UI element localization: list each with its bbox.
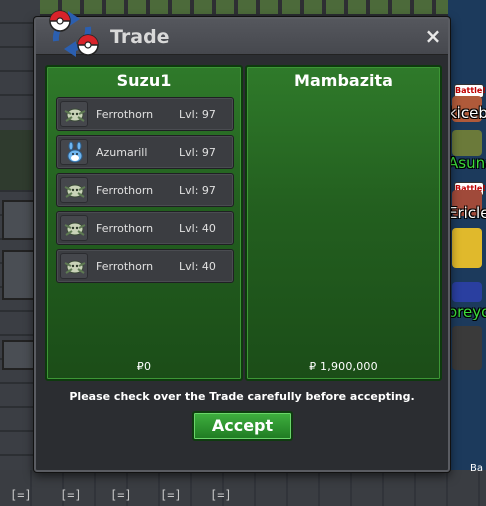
world-bottom-tiles: [=] [=] [=] [=] [=] (0, 470, 486, 506)
window-title: Trade (110, 26, 170, 48)
trade-item[interactable]: Ferrothorn Lvl: 97 (56, 97, 234, 131)
trade-window: Trade × Suzu1 Ferrothorn Lvl: 97 Azumari… (34, 10, 450, 472)
partner-offered-money: ₽ 1,900,000 (309, 360, 378, 373)
pokemon-level: Lvl: 97 (179, 108, 216, 121)
pokemon-name: Ferrothorn (96, 222, 154, 235)
building-block (2, 340, 36, 370)
tile-marker: [=] (10, 488, 32, 502)
partner-trade-panel: Mambazita ₽ 1,900,000 (245, 65, 442, 381)
pokemon-level: Lvl: 40 (179, 260, 216, 273)
trade-item[interactable]: Ferrothorn Lvl: 97 (56, 173, 234, 207)
side-player-name[interactable]: oreyo (448, 303, 486, 321)
player-avatar[interactable] (452, 282, 482, 302)
ferrothorn-icon (64, 108, 86, 122)
trade-item[interactable]: Ferrothorn Lvl: 40 (56, 249, 234, 283)
pokemon-slot (60, 253, 88, 279)
side-player-name[interactable]: Asuna (448, 154, 486, 172)
side-player-name[interactable]: Ericle (448, 204, 486, 222)
building-block (2, 200, 36, 240)
pokemon-name: Ferrothorn (96, 184, 154, 197)
accept-button[interactable]: Accept (192, 411, 293, 441)
tile-marker: [=] (160, 488, 182, 502)
pokemon-slot (60, 139, 88, 165)
building-block (2, 250, 36, 300)
player-avatar[interactable] (452, 130, 482, 156)
pokemon-slot (60, 177, 88, 203)
pokemon-level: Lvl: 97 (179, 146, 216, 159)
pokemon-name: Azumarill (96, 146, 148, 159)
trade-item[interactable]: Azumarill Lvl: 97 (56, 135, 234, 169)
pokemon-name: Ferrothorn (96, 260, 154, 273)
azumarill-icon (67, 141, 83, 163)
pokemon-slot (60, 215, 88, 241)
trade-notice: Please check over the Trade carefully be… (69, 390, 415, 403)
ferrothorn-icon (64, 260, 86, 274)
ferrothorn-icon (64, 222, 86, 236)
tile-marker: [=] (60, 488, 82, 502)
corner-label: Ba (470, 463, 483, 474)
pokemon-level: Lvl: 97 (179, 184, 216, 197)
ferrothorn-icon (64, 184, 86, 198)
trade-swap-icon (49, 10, 99, 57)
pokemon-level: Lvl: 40 (179, 222, 216, 235)
trade-item[interactable]: Ferrothorn Lvl: 40 (56, 211, 234, 245)
my-trade-panel: Suzu1 Ferrothorn Lvl: 97 Azumarill Lvl: … (45, 65, 243, 381)
tile-marker: [=] (210, 488, 232, 502)
pokemon-slot (60, 101, 88, 127)
player-avatar[interactable] (452, 326, 482, 370)
my-player-name: Suzu1 (116, 71, 172, 90)
partner-player-name: Mambazita (294, 71, 393, 90)
my-offered-money: ₽0 (136, 360, 152, 373)
pokemon-name: Ferrothorn (96, 108, 154, 121)
side-player-name[interactable]: kiceb (448, 104, 486, 122)
player-avatar[interactable] (452, 228, 482, 268)
tile-marker: [=] (110, 488, 132, 502)
close-button[interactable]: × (423, 26, 443, 46)
